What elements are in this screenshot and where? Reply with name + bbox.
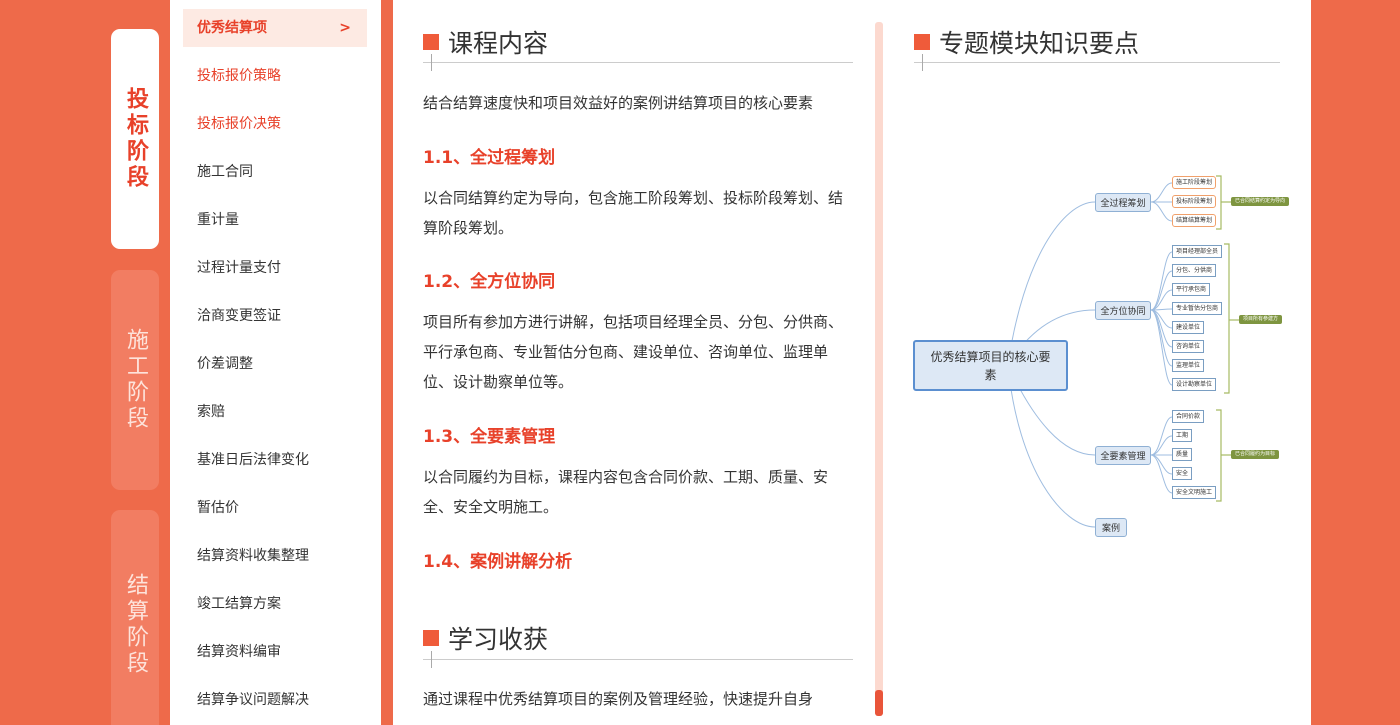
square-bullet-icon: [423, 630, 439, 646]
mind-map-summary-tag: 项目所有参建方: [1239, 315, 1283, 324]
section-title: 学习收获: [448, 625, 549, 654]
subheading-case-analysis: 1.4、案例讲解分析: [423, 552, 573, 572]
mind-map-leaf: 项目经理部全员: [1172, 245, 1223, 258]
mind-map-branch: 全过程筹划: [1095, 193, 1151, 212]
gains-paragraph: 通过课程中优秀结算项目的案例及管理经验，快速提升自身: [423, 690, 814, 708]
mind-map-branch: 全要素管理: [1095, 446, 1151, 465]
menu-item-price-adjustment[interactable]: 价差调整: [183, 345, 367, 383]
mind-map-leaf: 咨询单位: [1172, 340, 1205, 353]
mind-map: 优秀结算项目的核心要素 全过程筹划 施工阶段筹划 投标阶段筹划 结算结算筹划 已…: [913, 140, 1290, 560]
divider: [423, 54, 853, 71]
menu-item-change-visa[interactable]: 洽商变更签证: [183, 297, 367, 335]
menu-item-excellent-settlement[interactable]: 优秀结算项 >: [183, 9, 367, 47]
course-content-heading: 课程内容: [423, 24, 548, 60]
mind-map-summary-tag: 已合同结算约定为导向: [1231, 197, 1290, 206]
section-title: 课程内容: [448, 29, 549, 58]
mind-map-branch: 全方位协同: [1095, 301, 1151, 320]
paragraph-all-elements: 以合同履约为目标，课程内容包含合同价款、工期、质量、安全、安全文明施工。: [423, 468, 829, 516]
divider: [423, 651, 853, 668]
course-intro: 结合结算速度快和项目效益好的案例讲结算项目的核心要素: [423, 94, 814, 112]
mind-map-leaf: 结算结算筹划: [1172, 214, 1217, 227]
subheading-all-elements: 1.3、全要素管理: [423, 427, 556, 447]
mind-map-root: 优秀结算项目的核心要素: [913, 340, 1068, 391]
menu-item-construction-contract[interactable]: 施工合同: [183, 153, 367, 191]
paragraph-collaboration: 项目所有参加方进行讲解，包括项目经理全员、分包、分供商、平行承包商、专业暂估分包…: [423, 313, 844, 391]
menu-item-law-change[interactable]: 基准日后法律变化: [183, 441, 367, 479]
scrollbar-track[interactable]: [875, 22, 883, 716]
mind-map-leaf: 分包、分供商: [1172, 264, 1217, 277]
square-bullet-icon: [423, 34, 439, 50]
menu-item-claims[interactable]: 索赔: [183, 393, 367, 431]
mind-map-leaf: 质量: [1172, 448, 1193, 461]
mind-map-leaf: 工期: [1172, 429, 1193, 442]
menu-item-remeasurement[interactable]: 重计量: [183, 201, 367, 239]
divider: [914, 54, 1280, 71]
menu-item-label: 优秀结算项: [197, 20, 267, 36]
mind-map-leaf: 建设单位: [1172, 321, 1205, 334]
menu-item-dispute-resolution[interactable]: 结算争议问题解决: [183, 681, 367, 719]
mind-map-leaf: 施工阶段筹划: [1172, 176, 1217, 189]
paragraph-full-process: 以合同结算约定为导向，包含施工阶段筹划、投标阶段筹划、结算阶段筹划。: [423, 189, 844, 237]
mind-map-leaf: 监理单位: [1172, 359, 1205, 372]
topic-menu: 优秀结算项 > 投标报价策略 投标报价决策 施工合同 重计量 过程计量支付 洽商…: [170, 0, 381, 725]
square-bullet-icon: [914, 34, 930, 50]
subheading-collaboration: 1.2、全方位协同: [423, 272, 556, 292]
mind-map-branch: 案例: [1095, 518, 1127, 537]
chevron-right-icon: >: [339, 20, 351, 36]
menu-item-provisional-price[interactable]: 暂估价: [183, 489, 367, 527]
stage-tab-construction[interactable]: 施工阶段: [111, 270, 159, 490]
menu-item-data-collection[interactable]: 结算资料收集整理: [183, 537, 367, 575]
menu-item-bid-strategy[interactable]: 投标报价策略: [183, 57, 367, 95]
content-panel: 课程内容 结合结算速度快和项目效益好的案例讲结算项目的核心要素 1.1、全过程筹…: [393, 0, 1311, 725]
mind-map-summary-tag: 已合同履约为目标: [1231, 450, 1280, 459]
mind-map-leaf: 安全: [1172, 467, 1193, 480]
scrollbar-thumb[interactable]: [875, 690, 883, 716]
mind-map-leaf: 安全文明施工: [1172, 486, 1217, 499]
menu-item-bid-decision[interactable]: 投标报价决策: [183, 105, 367, 143]
mind-map-leaf: 专业暂估分包商: [1172, 302, 1223, 315]
subheading-full-process: 1.1、全过程筹划: [423, 148, 556, 168]
mind-map-leaf: 设计勘察单位: [1172, 378, 1217, 391]
knowledge-points-heading: 专题模块知识要点: [914, 24, 1139, 60]
stage-tab-bidding[interactable]: 投标阶段: [111, 29, 159, 249]
mind-map-leaf: 投标阶段筹划: [1172, 195, 1217, 208]
menu-item-data-compilation[interactable]: 结算资料编审: [183, 633, 367, 671]
mind-map-leaf: 合同价款: [1172, 410, 1205, 423]
menu-item-progress-payment[interactable]: 过程计量支付: [183, 249, 367, 287]
learning-gains-heading: 学习收获: [423, 620, 548, 656]
menu-item-completion-plan[interactable]: 竣工结算方案: [183, 585, 367, 623]
mind-map-leaf: 平行承包商: [1172, 283, 1211, 296]
stage-tab-settlement[interactable]: 结算阶段: [111, 510, 159, 725]
section-title: 专题模块知识要点: [939, 29, 1140, 58]
